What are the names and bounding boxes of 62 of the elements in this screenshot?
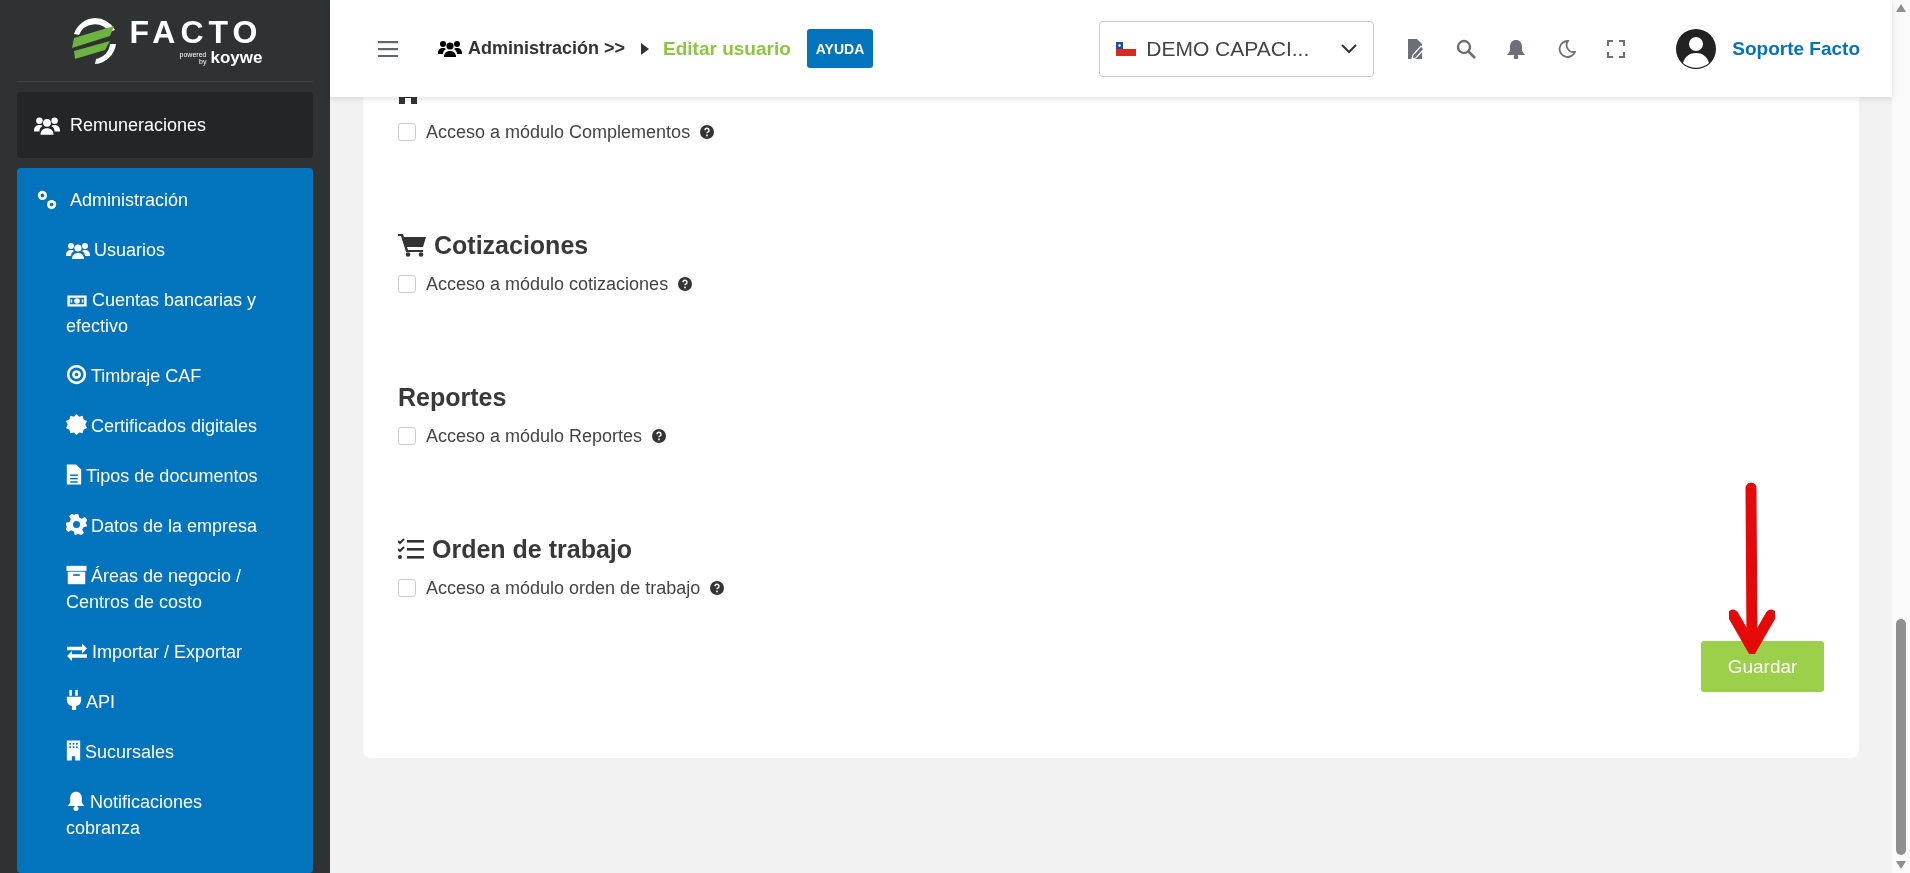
sidebar-item[interactable]: Datos de la empresa (66, 501, 263, 551)
avatar-icon[interactable] (1676, 28, 1717, 69)
logo-wordmark: FACTO (129, 14, 263, 49)
sidebar-section-link[interactable]: Remuneraciones (70, 113, 207, 137)
money-icon (66, 293, 88, 309)
settings-icon (66, 514, 87, 535)
scroll-down-icon[interactable] (1896, 861, 1906, 869)
badge-icon (66, 414, 87, 435)
checkbox-label: Acceso a módulo orden de trabajo (426, 577, 701, 599)
help-icon[interactable] (652, 429, 667, 443)
users-icon (438, 40, 462, 57)
plug-icon (66, 689, 82, 711)
target-icon (66, 364, 87, 385)
sidebar-item[interactable]: Notificaciones cobranza (66, 777, 263, 853)
sidebar-item[interactable]: Áreas de negocio / Centros de costo (66, 551, 263, 627)
user-name-link[interactable]: Soporte Facto (1732, 37, 1860, 60)
users-icon (34, 115, 60, 135)
sidebar-item[interactable]: Sucursales (66, 727, 263, 777)
sidebar-item[interactable]: API (66, 677, 263, 727)
company-select[interactable]: DEMO CAPACI... (1099, 20, 1375, 77)
section-heading: Reportes (398, 382, 507, 412)
search-icon[interactable] (1456, 38, 1477, 59)
scrollbar[interactable] (1892, 0, 1910, 873)
users-icon (66, 242, 90, 259)
bell-icon[interactable] (1506, 38, 1527, 59)
checklist-icon (398, 538, 424, 560)
building-icon (66, 740, 81, 761)
breadcrumb-link[interactable]: Administración >> (468, 38, 626, 59)
scroll-up-icon[interactable] (1896, 4, 1906, 12)
menu-icon[interactable] (378, 40, 398, 57)
help-icon[interactable] (710, 581, 725, 595)
scrollbar-thumb[interactable] (1896, 619, 1906, 855)
checkbox[interactable] (398, 275, 416, 293)
sidebar-section-link[interactable]: Administración (70, 188, 189, 212)
checkbox[interactable] (398, 427, 416, 445)
partner-logo-text: koywe (210, 48, 263, 67)
checkbox-label: Acceso a módulo cotizaciones (426, 273, 669, 295)
sidebar-item[interactable]: Timbraje CAF (66, 351, 263, 401)
checkbox-label: Acceso a módulo Reportes (426, 425, 643, 447)
checkbox-label: Acceso a módulo Complementos (426, 121, 691, 143)
fullscreen-icon[interactable] (1606, 38, 1627, 59)
help-icon[interactable] (700, 125, 715, 139)
help-button[interactable]: AYUDA (806, 29, 874, 68)
caret-icon (641, 42, 650, 55)
chevron-down-icon (1341, 43, 1358, 54)
bell-icon (66, 791, 86, 811)
flag-icon (1116, 41, 1137, 56)
cart-icon (398, 233, 426, 257)
moon-icon[interactable] (1556, 38, 1577, 59)
archive-icon (66, 565, 87, 585)
section-heading: Orden de trabajo (432, 534, 633, 564)
sidebar-item[interactable]: Tipos de documentos (66, 451, 263, 501)
sidebar-item[interactable]: Certificados digitales (66, 401, 263, 451)
section-heading: Cotizaciones (434, 230, 589, 260)
sidebar-item[interactable]: Usuarios (66, 225, 263, 275)
help-icon[interactable] (678, 277, 693, 291)
document-icon (66, 464, 82, 485)
checkbox[interactable] (398, 579, 416, 597)
swap-icon (66, 641, 88, 661)
sidebar-item[interactable]: Cuentas bancarias y efectivo (66, 275, 263, 351)
sidebar-item[interactable]: Importar / Exportar (66, 627, 263, 677)
checkbox[interactable] (398, 123, 416, 141)
